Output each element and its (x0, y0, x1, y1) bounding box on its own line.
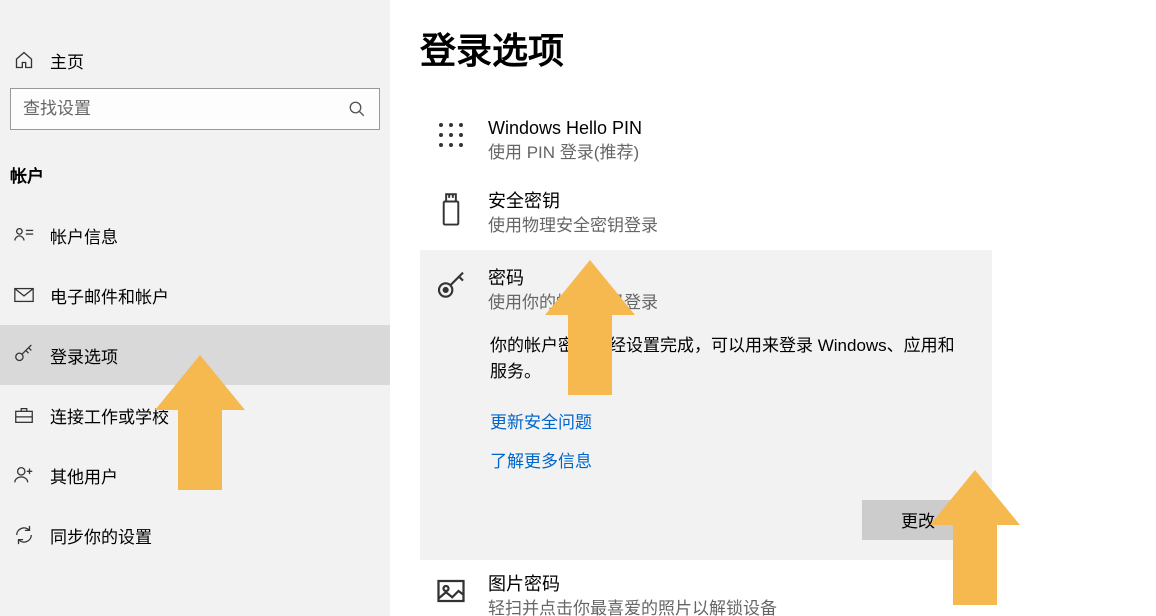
usb-key-icon (432, 189, 470, 238)
option-sub: 使用物理安全密钥登录 (488, 214, 1136, 238)
option-picture-password[interactable]: 图片密码 轻扫并点击你最喜爱的照片以解锁设备 (420, 560, 1156, 616)
option-sub: 使用你的帐户密码登录 (488, 291, 972, 315)
change-button[interactable]: 更改 (862, 500, 974, 540)
nav-signin-options[interactable]: 登录选项 (0, 325, 390, 385)
picture-icon (432, 572, 470, 616)
password-description: 你的帐户密码已经设置完成，可以用来登录 Windows、应用和服务。 (490, 333, 970, 386)
home-icon (10, 50, 38, 70)
mail-icon (10, 284, 38, 306)
option-title: 安全密钥 (488, 189, 1136, 214)
home-button[interactable]: 主页 (0, 38, 390, 82)
search-box[interactable] (10, 88, 380, 130)
nav-label: 同步你的设置 (50, 523, 152, 548)
home-label: 主页 (50, 48, 84, 73)
person-card-icon (10, 224, 38, 246)
key-icon (10, 344, 38, 366)
option-sub: 轻扫并点击你最喜爱的照片以解锁设备 (488, 597, 1136, 616)
option-title: 密码 (488, 266, 972, 291)
nav-label: 连接工作或学校 (50, 403, 169, 428)
main-content: 登录选项 Windows Hello PIN 使用 PIN 登录(推荐) 安全密… (390, 0, 1156, 616)
pin-pad-icon (432, 116, 470, 165)
person-plus-icon (10, 464, 38, 486)
search-icon[interactable] (335, 89, 379, 129)
nav-email-accounts[interactable]: 电子邮件和帐户 (0, 265, 390, 325)
page-title: 登录选项 (420, 22, 1156, 74)
sync-icon (10, 524, 38, 546)
option-password-expanded: 密码 使用你的帐户密码登录 你的帐户密码已经设置完成，可以用来登录 Window… (420, 250, 992, 560)
sidebar: 主页 帐户 帐户信息 电子邮件和帐户 (0, 0, 390, 616)
search-input[interactable] (11, 89, 335, 129)
nav-work-school[interactable]: 连接工作或学校 (0, 385, 390, 445)
key-icon (432, 266, 470, 315)
nav-label: 电子邮件和帐户 (50, 283, 169, 308)
link-learn-more[interactable]: 了解更多信息 (490, 447, 592, 472)
option-sub: 使用 PIN 登录(推荐) (488, 141, 1136, 165)
nav-label: 登录选项 (50, 343, 118, 368)
nav-account-info[interactable]: 帐户信息 (0, 205, 390, 265)
option-hello-pin[interactable]: Windows Hello PIN 使用 PIN 登录(推荐) (420, 104, 1156, 177)
option-security-key[interactable]: 安全密钥 使用物理安全密钥登录 (420, 177, 1156, 250)
option-title: 图片密码 (488, 572, 1136, 597)
nav-label: 帐户信息 (50, 223, 118, 248)
nav-sync-settings[interactable]: 同步你的设置 (0, 505, 390, 565)
option-title: Windows Hello PIN (488, 116, 1136, 141)
nav-label: 其他用户 (50, 463, 118, 488)
nav-other-users[interactable]: 其他用户 (0, 445, 390, 505)
section-header: 帐户 (0, 130, 390, 205)
option-password[interactable]: 密码 使用你的帐户密码登录 (420, 250, 992, 327)
briefcase-icon (10, 404, 38, 426)
link-update-security-questions[interactable]: 更新安全问题 (490, 408, 592, 433)
